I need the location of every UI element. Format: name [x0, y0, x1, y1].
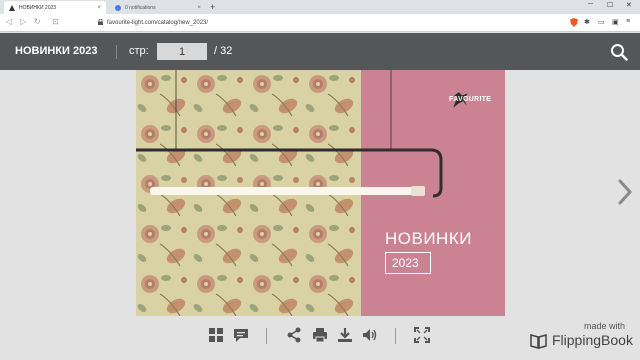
notification-favicon-icon: [115, 4, 121, 11]
print-icon[interactable]: [312, 327, 328, 343]
lock-icon: [98, 18, 103, 27]
toolbar-divider: [395, 328, 396, 344]
flippingbook-logo-icon: [530, 334, 547, 349]
flippingbook-brand-link[interactable]: FlippingBook: [552, 332, 633, 348]
notes-icon[interactable]: [233, 327, 249, 343]
page-number-input[interactable]: [157, 43, 207, 60]
close-tab-icon[interactable]: ×: [97, 5, 101, 11]
download-icon[interactable]: [337, 327, 353, 343]
flipbook-toolbar: НОВИНКИ 2023 стр: / 32: [0, 33, 640, 70]
share-icon[interactable]: [286, 327, 302, 343]
bookmark-icon[interactable]: ⊡: [52, 17, 59, 26]
fullscreen-icon[interactable]: [414, 327, 430, 343]
forward-icon[interactable]: ▷: [20, 17, 26, 26]
url-text: favourite-light.com/catalog/new_2023/: [107, 20, 209, 26]
thumbnails-icon[interactable]: [208, 327, 224, 343]
toolbar-divider: [266, 328, 267, 344]
back-icon[interactable]: ◁: [6, 17, 12, 26]
minimize-window-icon[interactable]: ─: [588, 1, 593, 8]
made-with-label: made with: [584, 321, 626, 331]
sound-icon[interactable]: [362, 327, 378, 343]
maximize-window-icon[interactable]: ☐: [607, 1, 613, 9]
menu-icon[interactable]: ≡: [626, 18, 630, 25]
address-bar: ◁ ▷ ↻ ⊡ favourite-light.com/catalog/new_…: [0, 14, 640, 32]
cover-title: НОВИНКИ: [385, 229, 472, 248]
publication-title: НОВИНКИ 2023: [15, 45, 98, 57]
page-total: / 32: [214, 45, 233, 57]
new-tab-button[interactable]: +: [210, 2, 215, 12]
toolbar-divider: [116, 45, 117, 59]
url-field[interactable]: favourite-light.com/catalog/new_2023/: [92, 17, 542, 29]
book-cover-page[interactable]: FAVOURITE НОВИНКИ 2023: [136, 70, 505, 316]
tab-title: 0 notifications: [125, 4, 156, 11]
brand-logo-text: FAVOURITE: [449, 96, 492, 103]
sidebar-icon[interactable]: ▭: [598, 18, 605, 26]
browser-tab-bar: НОВИНКИ 2023 × 0 notifications × + ─ ☐ ✕: [0, 0, 640, 14]
search-icon[interactable]: [610, 43, 628, 61]
next-page-icon[interactable]: [617, 178, 633, 206]
site-favicon-icon: [9, 4, 15, 11]
page-label: стр:: [129, 45, 149, 57]
brave-shield-icon[interactable]: [570, 18, 578, 29]
tab-title: НОВИНКИ 2023: [19, 4, 57, 11]
extensions-icon[interactable]: ✱: [584, 18, 590, 26]
close-window-icon[interactable]: ✕: [626, 1, 632, 9]
browser-tab-inactive[interactable]: 0 notifications ×: [110, 1, 206, 14]
cover-year: 2023: [392, 256, 419, 270]
wallet-icon[interactable]: ▣: [612, 18, 619, 26]
reload-icon[interactable]: ↻: [34, 17, 41, 26]
browser-tab-active[interactable]: НОВИНКИ 2023 ×: [4, 1, 106, 14]
close-tab-icon[interactable]: ×: [197, 5, 201, 11]
